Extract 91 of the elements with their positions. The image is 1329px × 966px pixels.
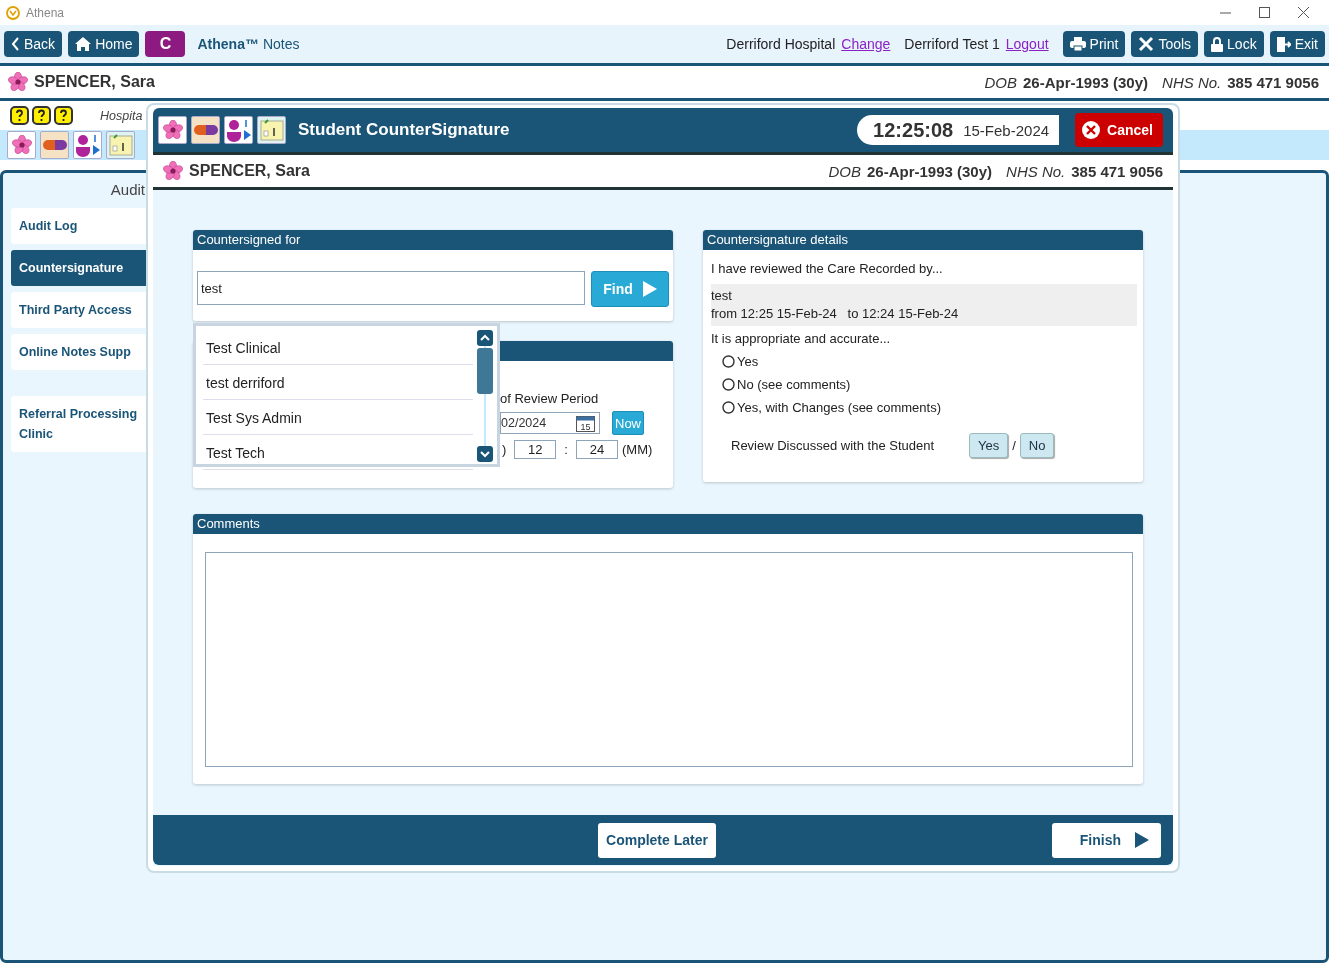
nhs-number-label: NHS No. — [1006, 162, 1066, 180]
hospital-label: Hospita — [100, 108, 143, 123]
chevron-left-icon — [11, 37, 20, 51]
notepad-icon — [259, 119, 284, 141]
maximize-icon[interactable] — [1259, 7, 1270, 18]
date-field[interactable]: 02/2024 15 — [500, 412, 600, 434]
reviewed-label: I have reviewed the Care Recorded by... — [711, 260, 944, 278]
patient-name: SPENCER, Sara — [34, 73, 155, 91]
complete-later-button[interactable]: Complete Later — [598, 822, 716, 858]
review-period-label: of Review Period — [500, 391, 600, 406]
scroll-down-icon[interactable] — [477, 446, 493, 462]
dialog-title: Student CounterSignature — [298, 120, 510, 140]
card-title: Countersigned for — [193, 230, 673, 250]
current-date: 15-Feb-2024 — [963, 121, 1050, 139]
letter-button[interactable]: C — [145, 31, 186, 57]
play-arrow-icon — [642, 281, 657, 297]
radio-label: No (see comments) — [737, 377, 851, 392]
back-button[interactable]: Back — [4, 31, 63, 57]
pill-icon — [41, 139, 68, 151]
home-icon — [75, 37, 92, 51]
help-icon[interactable] — [54, 106, 73, 125]
pill-icon — [192, 124, 219, 136]
flower-icon — [11, 135, 32, 155]
dropdown-item[interactable]: Test Clinical — [203, 330, 473, 365]
radio-button[interactable] — [722, 401, 735, 414]
flower-icon — [8, 72, 28, 92]
finish-button[interactable]: Finish — [1051, 822, 1161, 858]
cancel-button[interactable]: Cancel — [1075, 113, 1163, 147]
app-name: Athena — [26, 5, 65, 20]
app-subtitle: Notes — [262, 36, 300, 52]
close-icon[interactable] — [1298, 7, 1309, 18]
logout-link[interactable]: Logout — [1005, 36, 1049, 52]
dob-label: DOB — [984, 73, 1017, 91]
app-logo-icon — [6, 5, 20, 20]
dropdown-item[interactable]: Test Tech — [203, 435, 473, 470]
site-name: Derriford Hospital — [726, 36, 836, 52]
section-title: Audit — [110, 181, 145, 198]
hour-label: ) — [502, 442, 507, 457]
date-of-birth: 26-Apr-1993 (30y) — [1023, 73, 1149, 91]
comments-field[interactable] — [205, 552, 1133, 767]
recorded-by-name: test — [711, 287, 733, 305]
search-field[interactable]: test — [197, 271, 585, 305]
lock-icon — [1211, 36, 1224, 52]
nhs-number-label: NHS No. — [1162, 73, 1222, 91]
print-button[interactable]: Print — [1062, 31, 1126, 57]
close-icon — [1081, 120, 1102, 140]
card-title: Comments — [193, 514, 1143, 534]
scrollbar-thumb[interactable] — [477, 348, 493, 394]
change-link[interactable]: Change — [841, 36, 891, 52]
app-title: Athena™ — [197, 36, 259, 52]
yes-button[interactable]: Yes — [969, 433, 1009, 458]
exit-door-icon — [1276, 36, 1291, 52]
dropdown-item[interactable]: test derriford — [203, 365, 473, 400]
tools-button[interactable]: Tools — [1131, 31, 1199, 57]
radio-button[interactable] — [722, 378, 735, 391]
patient-name: SPENCER, Sara — [189, 162, 310, 180]
dob-label: DOB — [828, 162, 861, 180]
person-queue-icon — [74, 133, 101, 157]
minute-field[interactable]: 24 — [575, 440, 618, 459]
help-icon[interactable] — [32, 106, 51, 125]
play-arrow-icon — [1135, 832, 1149, 848]
help-list-icon[interactable] — [10, 106, 29, 125]
dropdown-item[interactable]: Test Sys Admin — [203, 400, 473, 435]
nhs-number: 385 471 9056 — [1071, 162, 1163, 180]
recorded-range: from 12:25 15-Feb-24 to 12:24 15-Feb-24 — [711, 305, 960, 323]
date-of-birth: 26-Apr-1993 (30y) — [867, 162, 993, 180]
notepad-icon — [108, 134, 133, 156]
printer-icon — [1069, 37, 1086, 51]
exit-button[interactable]: Exit — [1269, 31, 1325, 57]
lock-button[interactable]: Lock — [1204, 31, 1264, 57]
minute-label: (MM) — [621, 442, 653, 457]
tools-icon — [1138, 36, 1155, 52]
radio-label: Yes — [737, 354, 759, 369]
nhs-number: 385 471 9056 — [1227, 73, 1319, 91]
time-separator: : — [564, 442, 568, 457]
user-name: Derriford Test 1 — [904, 36, 1000, 52]
person-queue-icon — [225, 118, 252, 142]
accurate-label: It is appropriate and accurate... — [711, 330, 892, 348]
flower-icon — [163, 161, 183, 181]
radio-label: Yes, with Changes (see comments) — [737, 400, 941, 415]
hour-field[interactable]: 12 — [514, 440, 557, 459]
home-button[interactable]: Home — [68, 31, 140, 57]
current-time: 12:25:08 — [873, 118, 954, 142]
flower-icon — [162, 120, 183, 140]
no-button[interactable]: No — [1019, 433, 1055, 458]
card-title: Countersignature details — [703, 230, 1143, 250]
discussed-label: Review Discussed with the Student — [731, 438, 936, 453]
scroll-up-icon[interactable] — [477, 330, 493, 346]
radio-button[interactable] — [722, 355, 735, 368]
calendar-icon[interactable]: 15 — [576, 414, 595, 432]
choice-separator: / — [1012, 438, 1016, 453]
